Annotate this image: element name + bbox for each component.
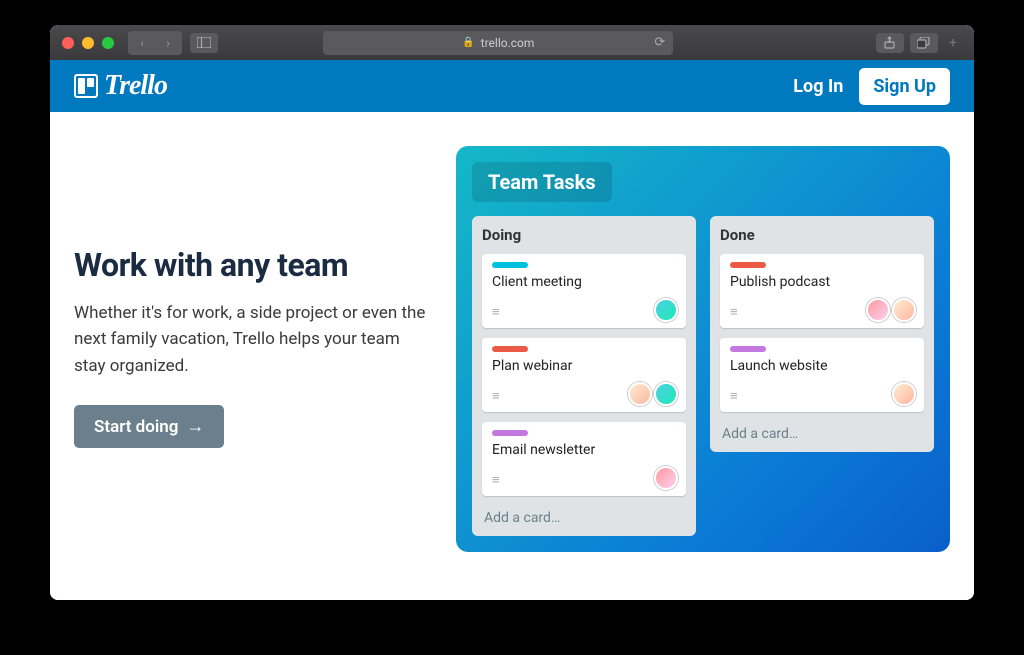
card-title: Launch website [730, 358, 914, 374]
card[interactable]: Email newsletter ≡ [482, 422, 686, 496]
list-title: Done [720, 226, 924, 244]
list-done: Done Publish podcast ≡ [710, 216, 934, 452]
auth-buttons: Log In Sign Up [793, 68, 950, 105]
board-lists: Doing Client meeting ≡ [472, 216, 934, 536]
cta-label: Start doing [94, 417, 178, 437]
card[interactable]: Publish podcast ≡ [720, 254, 924, 328]
trello-logo-icon [74, 74, 98, 98]
card-label [730, 346, 766, 352]
board-title: Team Tasks [472, 162, 612, 202]
new-tab-button[interactable]: + [944, 33, 962, 53]
card-title: Publish podcast [730, 274, 914, 290]
toolbar-right: + [876, 33, 962, 53]
card-title: Client meeting [492, 274, 676, 290]
board-illustration: Team Tasks Doing Client meeting ≡ [456, 146, 950, 576]
card-avatars [892, 382, 916, 406]
card[interactable]: Plan webinar ≡ [482, 338, 686, 412]
close-window-button[interactable] [62, 37, 74, 49]
card-label [492, 430, 528, 436]
description-icon: ≡ [492, 388, 498, 404]
arrow-right-icon: → [186, 416, 204, 437]
description-icon: ≡ [492, 472, 498, 488]
cta-button[interactable]: Start doing → [74, 405, 224, 448]
avatar [654, 382, 678, 406]
card-avatars [628, 382, 678, 406]
avatar [866, 298, 890, 322]
page-content: Trello Log In Sign Up Work with any team… [50, 60, 974, 600]
add-card-button[interactable]: Add a card… [482, 506, 686, 526]
avatar [892, 382, 916, 406]
browser-toolbar: ‹ › 🔒 trello.com ⟳ + [50, 25, 974, 60]
reload-button[interactable]: ⟳ [654, 35, 665, 50]
card-title: Email newsletter [492, 442, 676, 458]
card-avatars [654, 466, 678, 490]
trello-logo[interactable]: Trello [74, 70, 167, 102]
login-link[interactable]: Log In [793, 76, 843, 97]
list-title: Doing [482, 226, 686, 244]
card-avatars [654, 298, 678, 322]
hero-title: Work with any team [74, 246, 444, 284]
trello-logo-text: Trello [104, 70, 167, 102]
share-button[interactable] [876, 33, 904, 53]
tabs-button[interactable] [910, 33, 938, 53]
hero-section: Work with any team Whether it's for work… [74, 146, 444, 576]
url-bar[interactable]: 🔒 trello.com ⟳ [323, 31, 673, 55]
site-header: Trello Log In Sign Up [50, 60, 974, 112]
description-icon: ≡ [492, 304, 498, 320]
avatar [654, 466, 678, 490]
minimize-window-button[interactable] [82, 37, 94, 49]
forward-button[interactable]: › [156, 33, 180, 53]
nav-buttons: ‹ › [128, 31, 182, 55]
avatar [628, 382, 652, 406]
hero-subtitle: Whether it's for work, a side project or… [74, 300, 434, 379]
card[interactable]: Client meeting ≡ [482, 254, 686, 328]
url-text: trello.com [481, 36, 535, 50]
card-label [492, 346, 528, 352]
lock-icon: 🔒 [462, 37, 474, 48]
card-avatars [866, 298, 916, 322]
browser-window: ‹ › 🔒 trello.com ⟳ + [50, 25, 974, 600]
add-card-button[interactable]: Add a card… [720, 422, 924, 442]
main-content: Work with any team Whether it's for work… [50, 112, 974, 600]
board: Team Tasks Doing Client meeting ≡ [456, 146, 950, 552]
avatar [654, 298, 678, 322]
description-icon: ≡ [730, 304, 736, 320]
description-icon: ≡ [730, 388, 736, 404]
card-label [492, 262, 528, 268]
list-doing: Doing Client meeting ≡ [472, 216, 696, 536]
signup-button[interactable]: Sign Up [859, 68, 950, 105]
avatar [892, 298, 916, 322]
card-title: Plan webinar [492, 358, 676, 374]
traffic-lights [62, 37, 114, 49]
card-label [730, 262, 766, 268]
sidebar-toggle-button[interactable] [190, 33, 218, 53]
back-button[interactable]: ‹ [130, 33, 154, 53]
maximize-window-button[interactable] [102, 37, 114, 49]
card[interactable]: Launch website ≡ [720, 338, 924, 412]
